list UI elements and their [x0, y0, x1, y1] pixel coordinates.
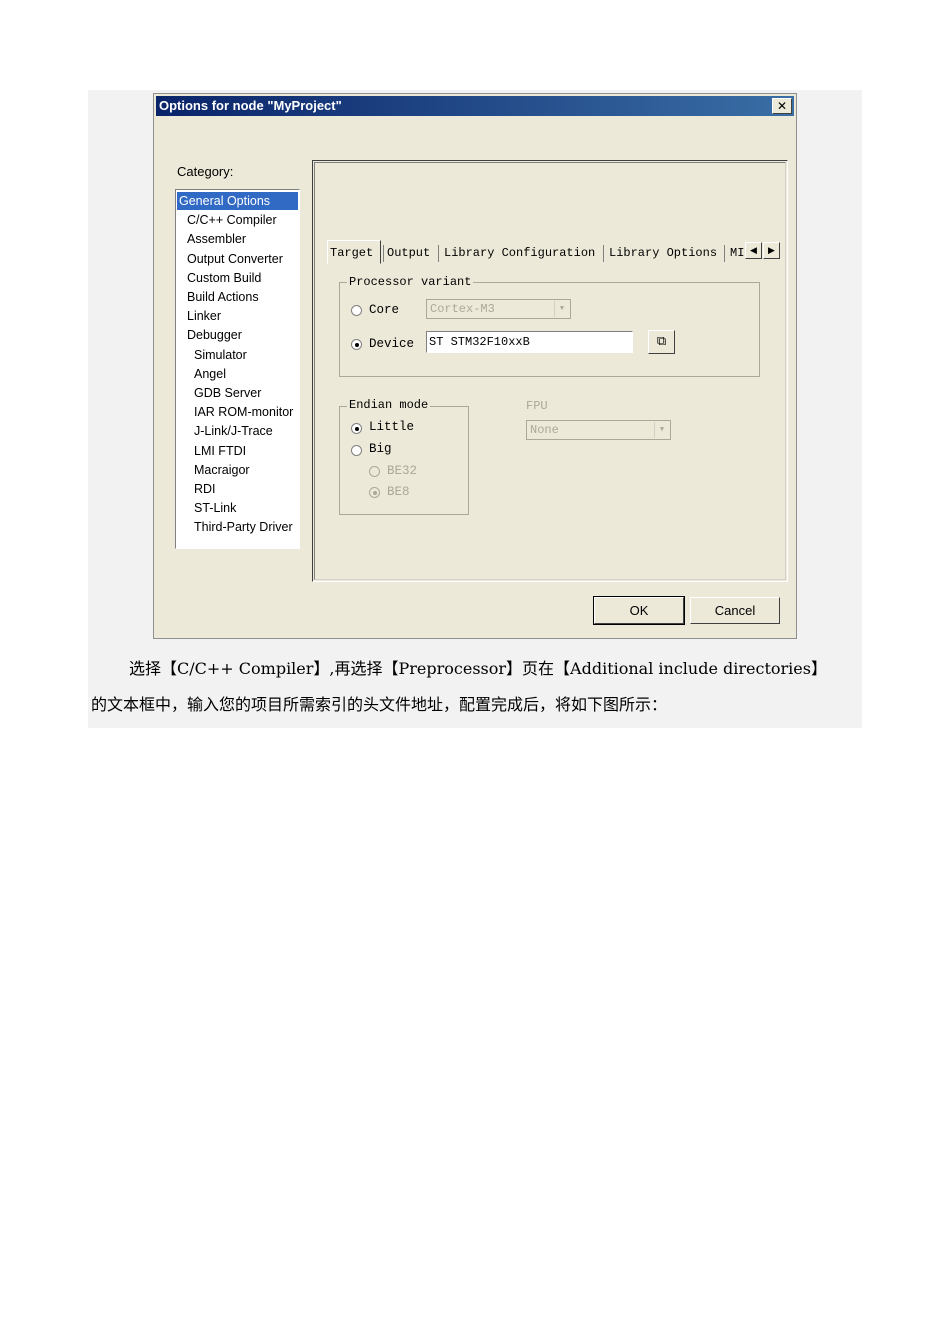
tab-mi[interactable]: MI	[730, 243, 744, 263]
category-item[interactable]: Simulator	[194, 346, 247, 364]
category-item[interactable]: Build Actions	[187, 288, 259, 306]
category-item[interactable]: RDI	[194, 480, 216, 498]
device-radio-label: Device	[369, 337, 415, 351]
cancel-button[interactable]: Cancel	[690, 597, 780, 624]
category-item[interactable]: General Options	[177, 192, 298, 210]
category-item[interactable]: Assembler	[187, 230, 246, 248]
fpu-label: FPU	[526, 399, 548, 413]
fpu-select[interactable]: None ▼	[526, 420, 671, 440]
endian-mode-title: Endian mode	[347, 398, 431, 412]
category-item[interactable]: ST-Link	[194, 499, 236, 517]
device-browse-button[interactable]: ⧉	[648, 330, 675, 354]
category-item[interactable]: Angel	[194, 365, 226, 383]
dialog-titlebar: Options for node "MyProject" ✕	[156, 96, 794, 116]
dialog-title: Options for node "MyProject"	[159, 98, 342, 113]
tab-library-configuration[interactable]: Library Configuration	[444, 243, 595, 263]
core-select[interactable]: Cortex-M3 ▼	[426, 299, 571, 319]
category-item[interactable]: Linker	[187, 307, 221, 325]
category-item[interactable]: Third-Party Driver	[194, 518, 293, 536]
be32-radio[interactable]	[369, 466, 380, 477]
category-item[interactable]: C/C++ Compiler	[187, 211, 277, 229]
big-radio-label: Big	[369, 442, 392, 456]
category-item[interactable]: Debugger	[187, 326, 242, 344]
category-item[interactable]: GDB Server	[194, 384, 261, 402]
category-item[interactable]: J-Link/J-Trace	[194, 422, 273, 440]
ok-button[interactable]: OK	[593, 596, 685, 625]
be32-radio-label: BE32	[387, 464, 418, 478]
tab-library-options[interactable]: Library Options	[609, 243, 717, 263]
little-radio-label: Little	[369, 420, 415, 434]
chevron-down-icon: ▼	[554, 301, 569, 317]
core-radio[interactable]	[351, 305, 362, 316]
be8-radio[interactable]	[369, 487, 380, 498]
caption-line-2: 的文本框中，输入您的项目所需索引的头文件地址，配置完成后，将如下图所示：	[91, 695, 668, 714]
category-item[interactable]: LMI FTDI	[194, 442, 246, 460]
device-radio[interactable]	[351, 339, 362, 350]
fpu-select-value: None	[530, 423, 559, 437]
be8-radio-label: BE8	[387, 485, 410, 499]
little-radio[interactable]	[351, 423, 362, 434]
tab-scroll-right-icon[interactable]: ▶	[763, 242, 780, 259]
category-label: Category:	[177, 164, 234, 179]
core-radio-label: Core	[369, 303, 400, 317]
tab-scroll-left-icon[interactable]: ◀	[745, 242, 762, 259]
big-radio[interactable]	[351, 445, 362, 456]
category-list[interactable]: General Options C/C++ Compiler Assembler Ou…	[175, 189, 300, 549]
category-item[interactable]: Output Converter	[187, 250, 283, 268]
processor-variant-title: Processor variant	[347, 275, 474, 289]
options-dialog: Options for node "MyProject" ✕ Category:…	[153, 93, 797, 639]
browse-icon: ⧉	[656, 333, 667, 348]
close-button[interactable]: ✕	[772, 98, 792, 114]
category-item[interactable]: Macraigor	[194, 461, 250, 479]
category-item[interactable]: IAR ROM-monitor	[194, 403, 293, 421]
category-item[interactable]: Custom Build	[187, 269, 261, 287]
tab-output[interactable]: Output	[387, 243, 430, 263]
caption-line-1: 选择【C/C++ Compiler】,再选择【Preprocessor】页在【A…	[129, 659, 827, 678]
chevron-down-icon: ▼	[654, 422, 669, 438]
device-field[interactable]: ST STM32F10xxB	[426, 331, 633, 353]
processor-variant-group	[339, 282, 760, 377]
tab-target[interactable]: Target	[330, 243, 373, 263]
core-select-value: Cortex-M3	[430, 302, 495, 316]
